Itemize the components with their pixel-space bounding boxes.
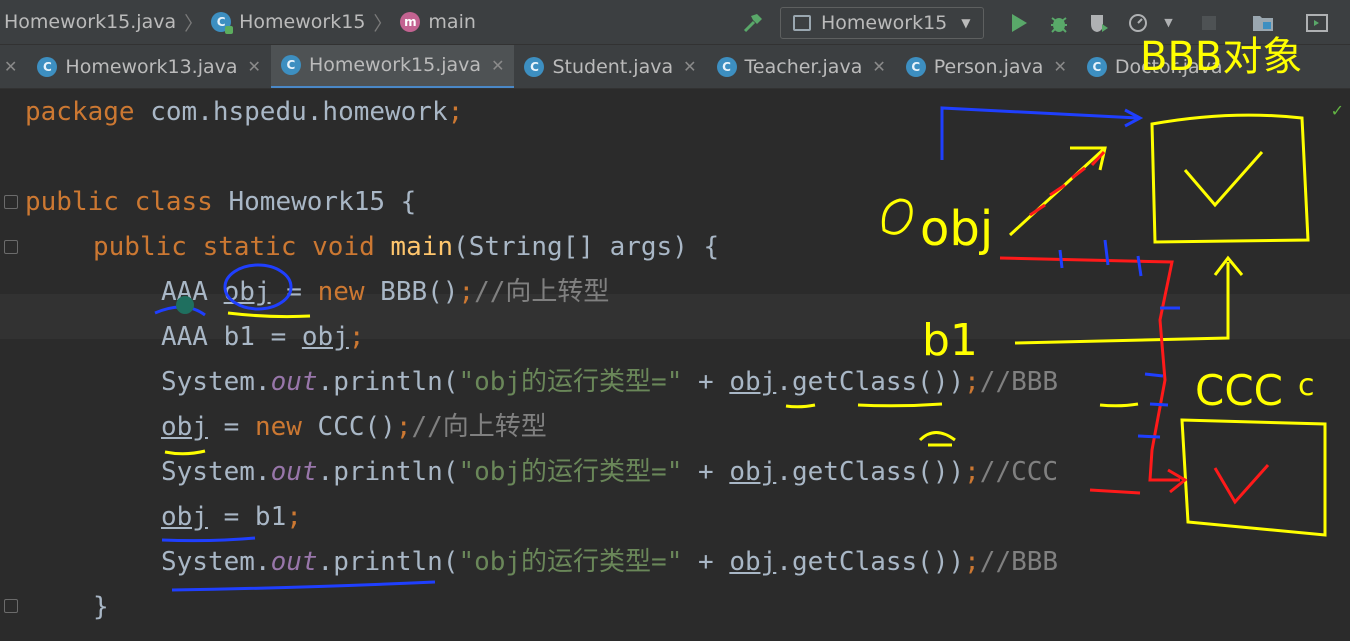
chevron-down-icon[interactable]: ▼ (1156, 10, 1182, 36)
toolbar: Homework15 ▼ ▼ (740, 0, 1344, 45)
fold-icon[interactable] (4, 599, 18, 613)
coverage-icon[interactable] (1086, 10, 1112, 36)
navigation-bar: Homework15.java 〉 C Homework15 〉 m main … (0, 0, 1350, 45)
class-icon: C (716, 56, 737, 77)
tab-homework15[interactable]: C Homework15.java ✕ (270, 45, 515, 88)
tab-person[interactable]: C Person.java ✕ (896, 45, 1077, 88)
fold-icon[interactable] (4, 240, 18, 254)
close-icon[interactable]: ✕ (872, 57, 885, 76)
run-configuration-select[interactable]: Homework15 ▼ (780, 6, 984, 39)
code-line-3: public class Homework15 { (25, 187, 417, 217)
class-icon: C (211, 12, 234, 34)
tab-label: Doctor.java (1114, 55, 1223, 78)
code-line-7: System.out.println("obj的运行类型=" + obj.get… (161, 367, 1059, 397)
close-icon[interactable]: ✕ (4, 57, 17, 76)
project-structure-icon[interactable] (1250, 10, 1276, 36)
inspection-ok-icon: ✓ (1330, 101, 1344, 120)
profile-icon[interactable] (1126, 10, 1152, 36)
breadcrumb-file[interactable]: Homework15.java (4, 11, 176, 33)
tab-label: Teacher.java (744, 55, 863, 78)
fold-icon[interactable] (4, 195, 18, 209)
breadcrumb-method[interactable]: main (428, 11, 475, 33)
close-icon[interactable]: ✕ (248, 57, 261, 76)
code-line-4: public static void main(String[] args) { (93, 232, 720, 262)
class-icon: C (37, 56, 58, 77)
tab-label: Person.java (933, 55, 1044, 78)
tab-homework13[interactable]: C Homework13.java ✕ (27, 45, 271, 88)
breadcrumb-class[interactable]: Homework15 (239, 11, 365, 33)
class-icon: C (905, 56, 926, 77)
chevron-right-icon: 〉 (373, 12, 393, 35)
tab-teacher[interactable]: C Teacher.java ✕ (707, 45, 896, 88)
tab-label: Student.java (552, 55, 674, 78)
debug-icon[interactable] (1046, 10, 1072, 36)
code-line-5: AAA obj = new BBB();//向上转型 (161, 277, 610, 307)
close-icon[interactable]: ✕ (683, 57, 696, 76)
breadcrumb: Homework15.java 〉 C Homework15 〉 m main (4, 9, 476, 36)
code-line-6: AAA b1 = obj; (161, 322, 365, 352)
run-config-label: Homework15 (821, 11, 948, 34)
code-line-12: } (93, 592, 109, 622)
class-icon: C (1086, 56, 1107, 77)
code-line-9: System.out.println("obj的运行类型=" + obj.get… (161, 457, 1059, 487)
class-icon: C (280, 55, 301, 75)
run-icon[interactable] (1006, 10, 1032, 36)
method-icon: m (400, 12, 421, 32)
terminal-icon[interactable] (1304, 10, 1330, 36)
code-line-1: package com.hspedu.homework; (25, 97, 464, 127)
chevron-down-icon: ▼ (961, 15, 971, 30)
run-config-icon (793, 14, 811, 31)
code-line-11: System.out.println("obj的运行类型=" + obj.get… (161, 547, 1059, 577)
tab-label: Homework13.java (65, 55, 238, 78)
close-icon[interactable]: ✕ (1053, 57, 1066, 76)
chevron-right-icon: 〉 (184, 12, 204, 35)
class-icon: C (524, 56, 545, 77)
code-editor[interactable]: ✓ package com.hspedu.homework; public cl… (0, 89, 1350, 641)
build-hammer-icon[interactable] (740, 10, 766, 36)
tab-label: Homework15.java (308, 54, 482, 76)
code-line-10: obj = b1; (161, 502, 302, 532)
editor-tabs: ✕ C Homework13.java ✕ C Homework15.java … (0, 45, 1350, 89)
tab-doctor[interactable]: C Doctor.java (1077, 45, 1233, 88)
tab-student[interactable]: C Student.java ✕ (514, 45, 706, 88)
close-icon[interactable]: ✕ (491, 56, 504, 75)
stop-icon[interactable] (1196, 10, 1222, 36)
code-line-8: obj = new CCC();//向上转型 (161, 412, 547, 442)
